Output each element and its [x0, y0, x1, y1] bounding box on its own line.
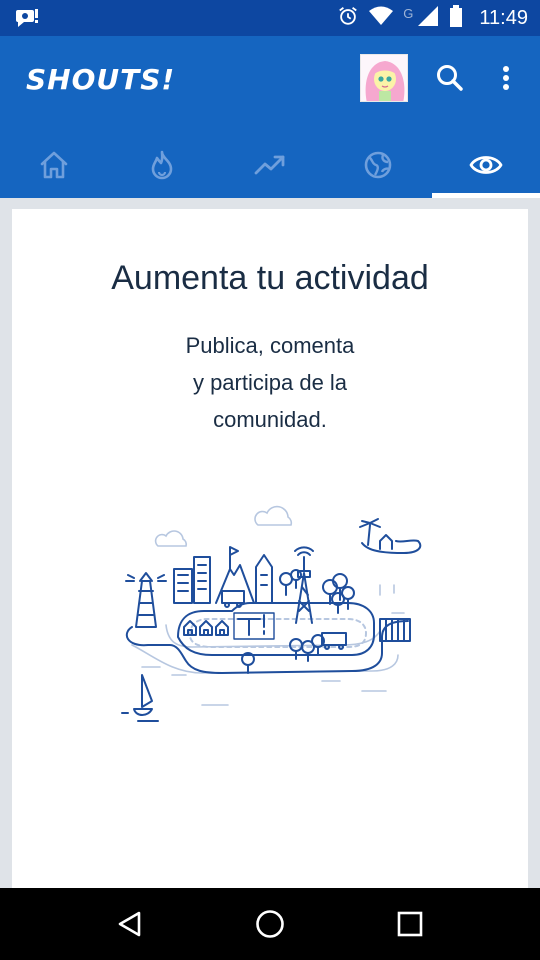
alarm-icon	[337, 5, 359, 32]
empty-state-line: comunidad.	[213, 407, 327, 432]
flame-icon	[151, 150, 173, 180]
status-bar: G 11:49	[0, 0, 540, 36]
status-time: 11:49	[479, 6, 528, 29]
app-bar: SHOUTS!	[0, 36, 540, 198]
tab-bar	[0, 132, 540, 198]
globe-icon	[364, 151, 392, 179]
eye-icon	[469, 156, 503, 174]
app-title: SHOUTS!	[26, 63, 176, 96]
signal-icon	[417, 5, 439, 32]
back-icon	[118, 911, 141, 937]
notification-icon	[14, 6, 40, 35]
more-options-button[interactable]	[492, 60, 520, 96]
home-circle-icon	[256, 910, 284, 938]
nav-recents-button[interactable]	[390, 904, 430, 944]
empty-state-message: Publica, comenta y participa de la comun…	[12, 327, 528, 438]
tab-trending[interactable]	[216, 132, 324, 198]
system-nav-bar	[0, 888, 540, 960]
recents-icon	[397, 911, 423, 937]
search-button[interactable]	[432, 60, 468, 96]
empty-state-card: Aumenta tu actividad Publica, comenta y …	[12, 209, 528, 899]
nav-home-button[interactable]	[250, 904, 290, 944]
tab-hot[interactable]	[108, 132, 216, 198]
trending-icon	[254, 155, 285, 175]
home-icon	[40, 151, 68, 179]
search-icon	[437, 65, 463, 91]
battery-icon	[449, 4, 463, 32]
empty-state-line: Publica, comenta	[185, 333, 355, 358]
community-city-illustration	[121, 505, 422, 722]
empty-state-title: Aumenta tu actividad	[111, 259, 429, 297]
tab-home[interactable]	[0, 132, 108, 198]
network-type-label: G	[403, 6, 414, 21]
tab-following[interactable]	[432, 132, 540, 198]
more-vert-icon	[503, 66, 509, 90]
empty-state-line: y participa de la	[192, 370, 348, 395]
tab-world[interactable]	[324, 132, 432, 198]
tab-selected-indicator	[432, 193, 540, 198]
avatar[interactable]	[360, 54, 408, 102]
nav-back-button[interactable]	[110, 904, 150, 944]
wifi-icon	[369, 6, 394, 31]
